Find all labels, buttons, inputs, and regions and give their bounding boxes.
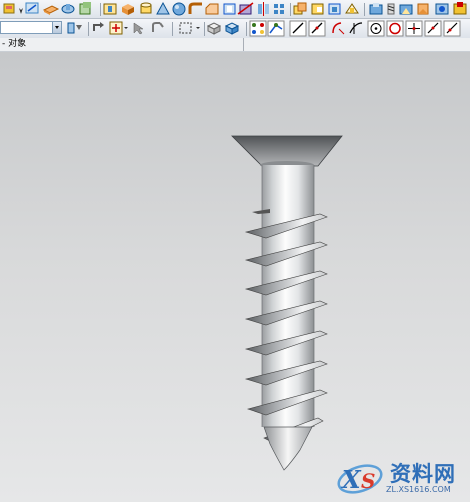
mirror-icon[interactable]	[258, 2, 269, 16]
status-bar: - 对象	[0, 38, 470, 52]
arc-icon[interactable]	[332, 22, 345, 35]
toolbar-row-selection	[0, 19, 470, 39]
block-icon[interactable]	[122, 4, 134, 15]
curve-line-icon[interactable]	[308, 20, 326, 37]
watermark-url: ZL.XS1616.COM	[386, 485, 451, 494]
snap-point-icon[interactable]	[109, 21, 123, 35]
view-icon[interactable]	[206, 22, 222, 35]
trim-body-icon[interactable]	[237, 2, 254, 15]
undo-snap-icon[interactable]	[93, 22, 104, 31]
watermark-brand: 资料网	[390, 462, 456, 486]
snap-midpoint-icon[interactable]	[267, 20, 285, 37]
sphere-icon[interactable]	[172, 2, 186, 16]
line-icon[interactable]	[289, 20, 307, 37]
chamfer-icon[interactable]	[205, 3, 219, 15]
dropdown-arrow-icon[interactable]	[19, 8, 23, 14]
cone-icon[interactable]	[156, 1, 170, 15]
offset-face-icon[interactable]	[345, 3, 359, 14]
sketch-icon[interactable]	[25, 2, 39, 14]
screw-tip[interactable]	[263, 426, 313, 471]
dropdown-arrow-icon[interactable]	[196, 27, 200, 29]
status-prompt-text: - 对象	[2, 39, 27, 49]
select-icon[interactable]	[133, 22, 144, 35]
unite-icon[interactable]	[293, 2, 307, 15]
feature-toolbar-icons	[3, 1, 467, 16]
hole-icon[interactable]	[103, 3, 117, 15]
cylinder-icon[interactable]	[140, 2, 152, 14]
render-icon[interactable]	[417, 3, 429, 15]
dropdown-arrow-icon[interactable]	[124, 27, 128, 29]
new-part-icon[interactable]	[3, 3, 15, 14]
graphics-viewport[interactable]	[0, 52, 470, 502]
feature-icon[interactable]	[79, 2, 91, 15]
thread-icon[interactable]	[387, 3, 395, 15]
rotate-icon[interactable]	[152, 22, 164, 32]
status-bar-divider	[243, 38, 244, 51]
pattern-icon[interactable]	[274, 4, 284, 14]
shaded-view-icon[interactable]	[224, 22, 240, 35]
snap-endpoint-icon[interactable]	[249, 20, 267, 37]
toolbar-row-features	[0, 0, 470, 19]
draft-icon[interactable]	[369, 3, 383, 15]
svg-text:S: S	[361, 469, 375, 493]
line-point-icon[interactable]	[424, 20, 442, 37]
revolve-icon[interactable]	[61, 4, 75, 14]
filter-settings-icon[interactable]	[67, 22, 82, 34]
close-snap-icon[interactable]	[443, 20, 461, 37]
center-point-icon[interactable]	[367, 20, 385, 37]
extrude-icon[interactable]	[42, 5, 60, 15]
cross-point-icon[interactable]	[405, 20, 423, 37]
tangent-icon[interactable]	[349, 22, 363, 34]
material-icon[interactable]	[435, 3, 449, 15]
intersect-icon[interactable]	[328, 3, 341, 15]
svg-text:X: X	[340, 465, 362, 494]
screw-model[interactable]	[0, 52, 470, 502]
assembly-icon[interactable]	[453, 2, 467, 15]
watermark: X S 资料网 ZL.XS1616.COM	[334, 452, 470, 502]
selection-filter-dropdown-button[interactable]	[52, 21, 62, 34]
circle-icon[interactable]	[386, 20, 404, 37]
box-select-icon[interactable]	[179, 22, 192, 34]
subtract-icon[interactable]	[311, 3, 324, 15]
selection-filter-combo[interactable]	[0, 21, 58, 34]
edge-blend-icon[interactable]	[188, 2, 202, 14]
shell-icon[interactable]	[223, 3, 236, 15]
selection-toolbar-icons	[67, 20, 461, 37]
screw-shank[interactable]	[262, 165, 314, 427]
analysis-icon[interactable]	[399, 4, 413, 15]
watermark-logo-icon: X S	[337, 464, 383, 494]
